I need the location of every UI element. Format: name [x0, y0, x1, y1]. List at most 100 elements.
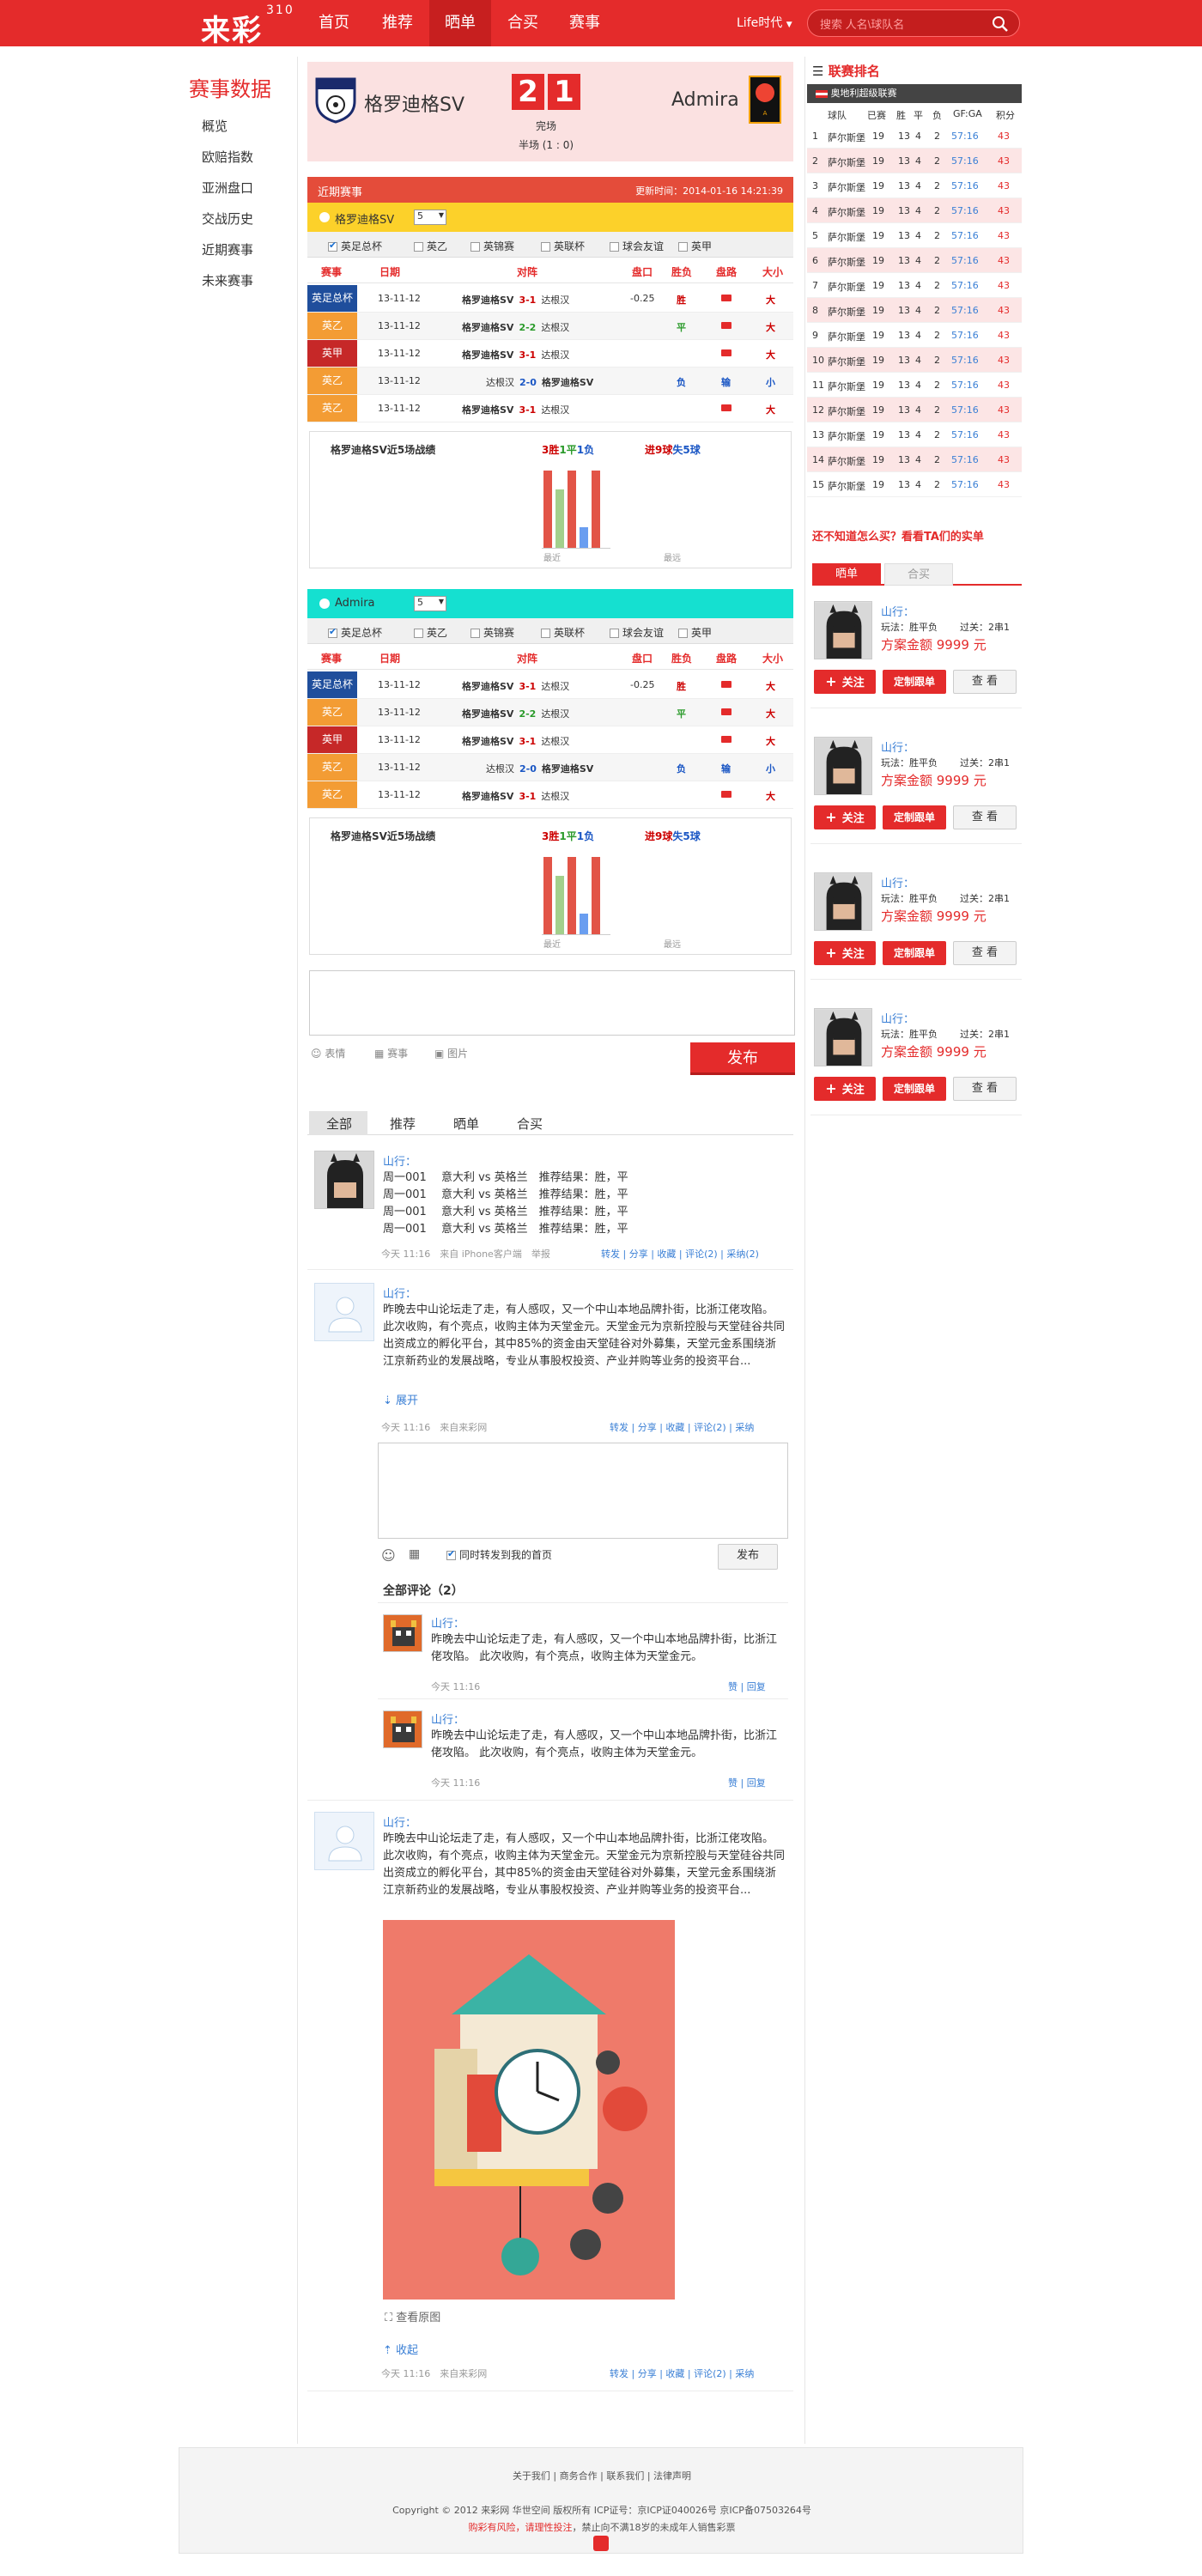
collapse-link[interactable]: ⇡ 收起: [383, 2341, 418, 2357]
follow-button[interactable]: + 关注: [814, 1077, 876, 1101]
filter-fa-cup[interactable]: 英足总杯: [328, 239, 382, 253]
standings-row[interactable]: 12 萨尔斯堡 19 13 4 2 57:16 43: [807, 398, 1022, 422]
avatar[interactable]: [383, 1710, 422, 1748]
away-team[interactable]: 格罗迪格SV: [542, 763, 593, 775]
standings-row[interactable]: 6 萨尔斯堡 19 13 4 2 57:16 43: [807, 248, 1022, 273]
post-image[interactable]: [383, 1920, 675, 2300]
filter-trophy[interactable]: 英锦赛: [470, 239, 514, 253]
avatar[interactable]: [314, 1812, 374, 1870]
comment-actions[interactable]: 赞 | 回复: [728, 1680, 766, 1693]
standings-row[interactable]: 14 萨尔斯堡 19 13 4 2 57:16 43: [807, 447, 1022, 472]
card-username[interactable]: 山行：: [881, 874, 914, 890]
tab-shaidan[interactable]: 晒单: [453, 1115, 479, 1133]
comment-username[interactable]: 山行：: [431, 1614, 464, 1631]
search-icon[interactable]: [992, 15, 1009, 36]
home-team[interactable]: 达根汉: [486, 377, 514, 388]
standings-row[interactable]: 2 萨尔斯堡 19 13 4 2 57:16 43: [807, 149, 1022, 173]
standings-row[interactable]: 10 萨尔斯堡 19 13 4 2 57:16 43: [807, 348, 1022, 373]
table-row[interactable]: 英足总杯 13-11-12 格罗迪格SV 3-1 达根汉 -0.25 胜 大: [307, 285, 793, 313]
custom-follow-button[interactable]: 定制跟单: [883, 1077, 946, 1101]
standings-row[interactable]: 4 萨尔斯堡 19 13 4 2 57:16 43: [807, 198, 1022, 223]
table-row[interactable]: 英乙 13-11-12 格罗迪格SV 3-1 达根汉 大: [307, 395, 793, 422]
filter-league-one[interactable]: 英甲: [678, 239, 712, 253]
team-radio[interactable]: [319, 212, 330, 222]
home-team[interactable]: 格罗迪格SV: [462, 349, 513, 361]
card-username[interactable]: 山行：: [881, 738, 914, 755]
view-button[interactable]: 查 看: [953, 670, 1017, 694]
home-team[interactable]: 格罗迪格SV: [462, 322, 513, 333]
site-logo[interactable]: 来彩310: [201, 3, 294, 49]
tab-recommend[interactable]: 推荐: [390, 1115, 416, 1133]
away-team[interactable]: 格罗迪格SV: [542, 377, 593, 388]
comment-actions[interactable]: 赞 | 回复: [728, 1776, 766, 1789]
sidebar-item-h2h[interactable]: 交战历史: [202, 210, 253, 228]
custom-follow-button[interactable]: 定制跟单: [883, 805, 946, 829]
filter-league-cup[interactable]: 英联杯: [541, 625, 585, 640]
post-username[interactable]: 山行：: [383, 1152, 416, 1169]
nav-hemai[interactable]: 合买: [492, 0, 554, 46]
avatar[interactable]: [814, 737, 872, 795]
smile-icon[interactable]: ☺: [381, 1547, 396, 1564]
home-team[interactable]: 格罗迪格SV: [462, 681, 513, 692]
view-button[interactable]: 查 看: [953, 941, 1017, 965]
home-team[interactable]: 格罗迪格SV: [462, 295, 513, 306]
avatar[interactable]: [314, 1151, 374, 1209]
post-actions[interactable]: 转发 | 分享 | 收藏 | 评论(2) | 采纳: [610, 2366, 754, 2380]
table-row[interactable]: 英甲 13-11-12 格罗迪格SV 3-1 达根汉 大: [307, 726, 793, 754]
tab-hemai-right[interactable]: 合买: [884, 563, 953, 586]
filter-fa-cup[interactable]: 英足总杯: [328, 625, 382, 640]
standings-row[interactable]: 1 萨尔斯堡 19 13 4 2 57:16 43: [807, 124, 1022, 149]
away-team[interactable]: 达根汉: [541, 736, 569, 747]
custom-follow-button[interactable]: 定制跟单: [883, 670, 946, 694]
avatar[interactable]: [383, 1614, 422, 1652]
standings-row[interactable]: 15 萨尔斯堡 19 13 4 2 57:16 43: [807, 472, 1022, 497]
avatar[interactable]: [814, 872, 872, 931]
away-team[interactable]: 达根汉: [541, 681, 569, 692]
filter-friendly[interactable]: 球会友谊: [610, 625, 664, 640]
standings-row[interactable]: 7 萨尔斯堡 19 13 4 2 57:16 43: [807, 273, 1022, 298]
tab-all[interactable]: 全部: [326, 1115, 352, 1133]
image-button[interactable]: ▣ 图片: [434, 1046, 468, 1060]
sidebar-item-asian-handicap[interactable]: 亚洲盘口: [202, 179, 253, 197]
post-username[interactable]: 山行：: [383, 1814, 416, 1830]
reply-textarea[interactable]: [378, 1443, 788, 1539]
post-username[interactable]: 山行：: [383, 1285, 416, 1301]
table-row[interactable]: 英足总杯 13-11-12 格罗迪格SV 3-1 达根汉 -0.25 胜 大: [307, 671, 793, 699]
card-username[interactable]: 山行：: [881, 1010, 914, 1026]
table-row[interactable]: 英乙 13-11-12 达根汉 2-0 格罗迪格SV 负 输 小: [307, 754, 793, 781]
home-team[interactable]: 格罗迪格SV: [462, 404, 513, 416]
filter-league-two[interactable]: 英乙: [414, 239, 447, 253]
standings-row[interactable]: 11 萨尔斯堡 19 13 4 2 57:16 43: [807, 373, 1022, 398]
avatar[interactable]: [314, 1283, 374, 1341]
search-input[interactable]: [820, 15, 983, 33]
sidebar-item-euro-odds[interactable]: 欧赔指数: [202, 148, 253, 166]
nav-recommend[interactable]: 推荐: [367, 0, 428, 46]
away-team[interactable]: 达根汉: [541, 349, 569, 361]
avatar[interactable]: [814, 1008, 872, 1066]
publish-button[interactable]: 发布: [690, 1042, 795, 1075]
standings-row[interactable]: 3 萨尔斯堡 19 13 4 2 57:16 43: [807, 173, 1022, 198]
sidebar-item-future[interactable]: 未来赛事: [202, 271, 253, 289]
footer-links[interactable]: 关于我们 | 商务合作 | 联系我们 | 法律声明: [179, 2469, 1024, 2482]
custom-follow-button[interactable]: 定制跟单: [883, 941, 946, 965]
post-textarea[interactable]: [309, 970, 795, 1036]
table-row[interactable]: 英甲 13-11-12 格罗迪格SV 3-1 达根汉 大: [307, 340, 793, 368]
view-original-link[interactable]: ⛶ 查看原图: [385, 2308, 440, 2324]
emoji-button[interactable]: ☺ 表情: [311, 1046, 345, 1060]
tab-shaidan-right[interactable]: 晒单: [812, 563, 881, 586]
standings-row[interactable]: 9 萨尔斯堡 19 13 4 2 57:16 43: [807, 323, 1022, 348]
nav-events[interactable]: 赛事: [554, 0, 616, 46]
away-team[interactable]: 达根汉: [541, 295, 569, 306]
table-row[interactable]: 英乙 13-11-12 格罗迪格SV 3-1 达根汉 大: [307, 781, 793, 809]
follow-button[interactable]: + 关注: [814, 941, 876, 965]
nav-shaidan[interactable]: 晒单: [429, 0, 491, 46]
table-row[interactable]: 英乙 13-11-12 格罗迪格SV 2-2 达根汉 平 大: [307, 699, 793, 726]
sidebar-item-recent[interactable]: 近期赛事: [202, 240, 253, 258]
filter-friendly[interactable]: 球会友谊: [610, 239, 664, 253]
post-actions[interactable]: 转发 | 分享 | 收藏 | 评论(2) | 采纳: [610, 1420, 754, 1434]
filter-league-one[interactable]: 英甲: [678, 625, 712, 640]
match-button[interactable]: ▦ 赛事: [374, 1046, 408, 1060]
table-row[interactable]: 英乙 13-11-12 达根汉 2-0 格罗迪格SV 负 输 小: [307, 368, 793, 395]
standings-row[interactable]: 8 萨尔斯堡 19 13 4 2 57:16 43: [807, 298, 1022, 323]
away-team[interactable]: 达根汉: [541, 708, 569, 720]
